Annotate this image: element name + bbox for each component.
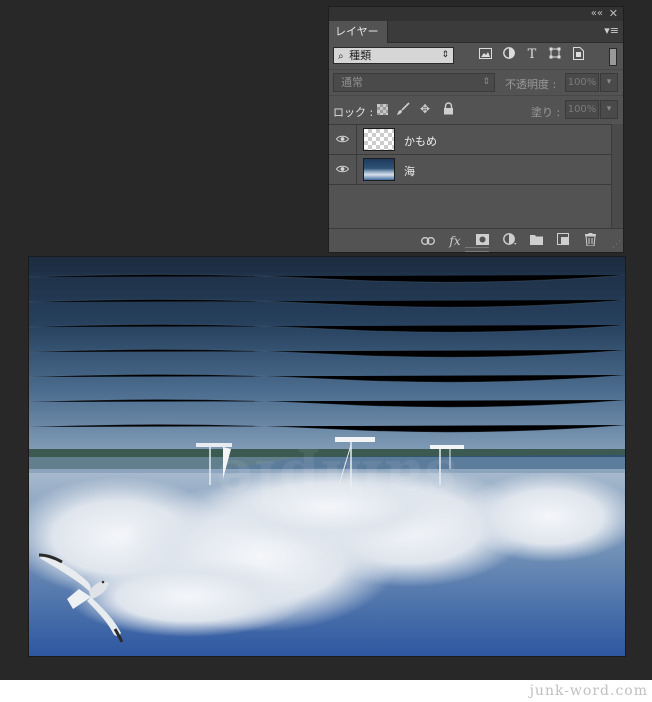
tab-layers[interactable]: レイヤー (329, 21, 388, 43)
panel-tab-bar: レイヤー ▾≡ (329, 21, 623, 43)
visibility-eye-icon[interactable] (329, 155, 357, 184)
lock-transparent-pixels-icon[interactable] (377, 104, 388, 115)
blend-row: 通常 ⇕ 不透明度 : 100% ▾ (329, 69, 623, 95)
layer-row-umi[interactable]: 海 (329, 155, 611, 185)
document-canvas[interactable]: sample (28, 256, 626, 657)
chevron-updown-icon: ⇕ (441, 50, 449, 60)
new-group-icon[interactable] (528, 233, 544, 249)
layer-row-kamome[interactable]: かもめ (329, 125, 611, 155)
panel-menu-icon[interactable]: ▾≡ (604, 24, 619, 37)
fx-icon[interactable]: fx (447, 233, 463, 249)
adjustment-filter-icon[interactable] (501, 47, 517, 63)
panel-title-bar[interactable]: «« ✕ (329, 7, 623, 21)
layer-name[interactable]: 海 (404, 163, 415, 179)
layers-panel: «« ✕ レイヤー ▾≡ ⌕ 種類 ⇕ T 通常 ⇕ 不透明度: 100% ▾… (328, 6, 624, 253)
adjustment-layer-icon[interactable] (502, 233, 518, 249)
image-filter-icon[interactable] (477, 47, 493, 63)
opacity-field[interactable]: 100% (565, 73, 599, 92)
lock-label: ロック : (333, 106, 374, 119)
layer-thumbnail (363, 158, 395, 181)
chevron-updown-icon: ⇕ (482, 77, 490, 87)
filter-row: ⌕ 種類 ⇕ T (329, 43, 623, 69)
blend-mode-select[interactable]: 通常 ⇕ (333, 73, 495, 92)
fill-label: 塗り : (531, 106, 561, 119)
lock-all-icon[interactable] (441, 102, 455, 116)
layers-scrollbar[interactable] (611, 124, 623, 228)
filter-toggle-switch[interactable] (609, 48, 617, 66)
blend-mode-value: 通常 (341, 76, 363, 89)
fill-dropdown-button[interactable]: ▾ (600, 100, 618, 119)
search-icon: ⌕ (338, 51, 344, 62)
layer-name[interactable]: かもめ (404, 133, 437, 149)
delete-layer-icon[interactable] (582, 233, 598, 249)
footer: junk-word.com (0, 680, 652, 702)
lock-position-icon[interactable]: ✥ (418, 102, 432, 116)
panel-drag-handle[interactable] (465, 247, 489, 252)
layer-thumbnail (363, 128, 395, 151)
close-icon[interactable]: ✕ (609, 7, 618, 21)
shape-filter-icon[interactable] (547, 47, 563, 63)
visibility-eye-icon[interactable] (329, 125, 357, 154)
lock-image-pixels-icon[interactable] (396, 102, 410, 116)
layers-list: かもめ 海 (329, 124, 611, 228)
smart-object-filter-icon[interactable] (570, 47, 586, 63)
workspace: «« ✕ レイヤー ▾≡ ⌕ 種類 ⇕ T 通常 ⇕ 不透明度: 100% ▾… (0, 0, 652, 680)
lock-row: ロック : ✥ 塗り : 100% ▾ (329, 95, 623, 123)
opacity-label: 不透明度 : (505, 78, 557, 91)
filter-type-value: 種類 (349, 49, 372, 62)
resize-grip-icon[interactable]: ⋰ (612, 240, 621, 250)
opacity-dropdown-button[interactable]: ▾ (600, 73, 618, 92)
site-watermark: junk-word.com (529, 683, 648, 699)
type-filter-icon[interactable]: T (524, 47, 540, 63)
link-layers-icon[interactable] (420, 233, 436, 249)
filter-type-select[interactable]: ⌕ 種類 ⇕ (333, 47, 454, 64)
fill-field[interactable]: 100% (565, 100, 599, 119)
sample-watermark: sample (214, 447, 458, 515)
collapse-icon[interactable]: «« (591, 7, 603, 21)
new-layer-icon[interactable] (555, 233, 571, 249)
